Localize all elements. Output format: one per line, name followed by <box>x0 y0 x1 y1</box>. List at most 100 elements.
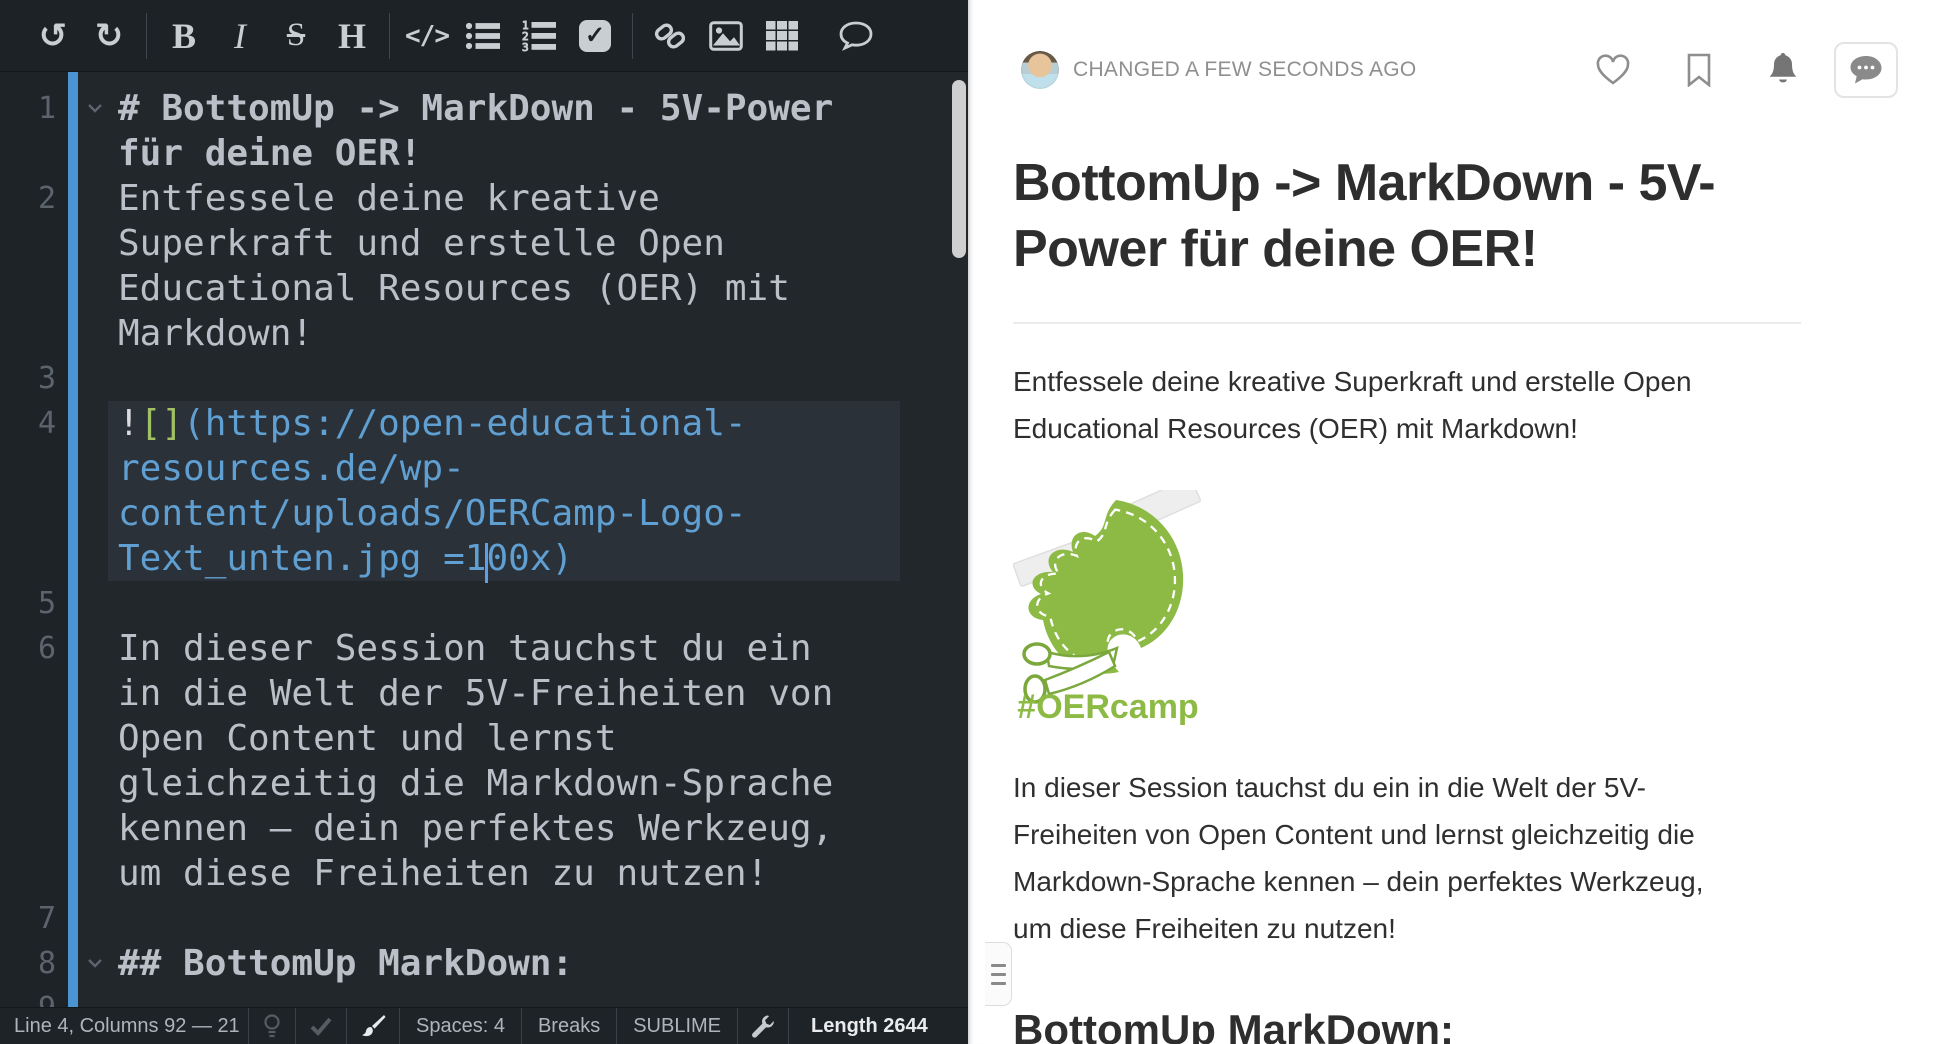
breaks-setting[interactable]: Breaks <box>522 1008 616 1044</box>
code-icon: </> <box>405 21 449 51</box>
comments-panel-button[interactable] <box>1834 42 1898 98</box>
link-button[interactable] <box>647 11 693 61</box>
checklist-button[interactable]: ✓ <box>572 11 618 61</box>
code-line[interactable]: 8 ## BottomUp MarkDown: <box>0 941 968 986</box>
line-text-heading[interactable]: ## BottomUp MarkDown: <box>108 941 900 986</box>
line-text-heading[interactable]: # BottomUp -> MarkDown - 5V-Power für de… <box>108 86 900 176</box>
line-text[interactable] <box>108 581 900 626</box>
paintbrush-icon <box>360 1013 386 1039</box>
like-button[interactable] <box>1594 53 1632 87</box>
document-actions <box>1594 52 1800 88</box>
code-line[interactable]: 6 In dieser Session tauchst du ein in di… <box>0 626 968 896</box>
code-line[interactable]: 2 Entfessele deine kreative Superkraft u… <box>0 176 968 356</box>
unordered-list-button[interactable] <box>460 11 506 61</box>
checklist-icon: ✓ <box>579 20 611 52</box>
theme-button[interactable] <box>347 1008 399 1044</box>
image-icon <box>709 21 743 51</box>
checkmark-icon <box>309 1016 333 1036</box>
code-line[interactable]: 9 <box>0 986 968 1007</box>
code-line-active[interactable]: 4 ![](https://open-educational-resources… <box>0 401 968 581</box>
bell-icon <box>1766 52 1800 88</box>
editor-statusbar: Line 4, Columns 92 — 21 <box>0 1007 968 1044</box>
keymap-setting[interactable]: SUBLIME <box>617 1008 737 1044</box>
wrench-icon <box>751 1014 775 1038</box>
line-text[interactable]: In dieser Session tauchst du ein in die … <box>108 626 900 896</box>
code-line[interactable]: 1 # BottomUp -> MarkDown - 5V-Power für … <box>0 86 968 176</box>
pane-resize-handle[interactable] <box>985 942 1012 1006</box>
markdown-editor-app: ↺ ↻ B I S H </> <box>0 0 1938 1044</box>
pane-split-divider[interactable] <box>968 0 985 1044</box>
comment-bubble-icon <box>1848 54 1884 86</box>
document-length-status: Length 2644 <box>789 1008 950 1044</box>
svg-text:3: 3 <box>522 41 529 52</box>
bookmark-icon <box>1686 53 1712 87</box>
author-avatar[interactable] <box>1021 51 1059 89</box>
table-button[interactable] <box>759 11 805 61</box>
token-url: (https://open-educational-resources.de/w… <box>118 403 747 579</box>
line-text[interactable] <box>108 986 900 1007</box>
line-number: 7 <box>0 896 56 941</box>
table-icon <box>766 21 798 51</box>
comment-button[interactable] <box>833 11 879 61</box>
redo-icon: ↻ <box>95 16 124 56</box>
bookmark-button[interactable] <box>1686 53 1712 87</box>
line-text-image-markdown[interactable]: ![](https://open-educational-resources.d… <box>108 401 900 581</box>
night-mode-button[interactable] <box>249 1008 295 1044</box>
code-button[interactable]: </> <box>404 11 450 61</box>
bold-button[interactable]: B <box>161 11 207 61</box>
link-icon <box>653 19 687 53</box>
last-changed-label: CHANGED A FEW SECONDS AGO <box>1073 58 1594 82</box>
editor-pane: ↺ ↻ B I S H </> <box>0 0 968 1044</box>
preview-content: CHANGED A FEW SECONDS AGO <box>985 0 1938 1044</box>
image-button[interactable] <box>703 11 749 61</box>
token-brackets: [] <box>140 403 183 444</box>
fold-chevron-icon[interactable] <box>86 100 104 119</box>
editor-toolbar: ↺ ↻ B I S H </> <box>0 0 968 72</box>
grip-bar <box>991 973 1006 976</box>
oercamp-logo-image: #OERcamp <box>1013 490 1203 730</box>
rendered-heading-2: BottomUp MarkDown: <box>1013 1006 1898 1044</box>
ordered-list-button[interactable]: 1 2 3 <box>516 11 562 61</box>
redo-button[interactable]: ↻ <box>86 11 132 61</box>
code-line[interactable]: 3 <box>0 356 968 401</box>
code-area[interactable]: 1 # BottomUp -> MarkDown - 5V-Power für … <box>0 72 968 1007</box>
ordered-list-icon: 1 2 3 <box>522 20 556 52</box>
code-line[interactable]: 5 <box>0 581 968 626</box>
strikethrough-button[interactable]: S <box>273 11 319 61</box>
code-editor[interactable]: 1 # BottomUp -> MarkDown - 5V-Power für … <box>0 72 968 1007</box>
line-number: 8 <box>0 941 56 986</box>
line-number: 5 <box>0 581 56 626</box>
line-number: 6 <box>0 626 56 671</box>
comment-icon <box>838 20 874 52</box>
editor-scrollbar-thumb[interactable] <box>952 80 966 258</box>
spellcheck-button[interactable] <box>296 1008 346 1044</box>
rendered-title: BottomUp -> MarkDown - 5V-Power für dein… <box>1013 150 1753 282</box>
title-rule <box>1013 322 1801 324</box>
line-text[interactable] <box>108 356 900 401</box>
undo-button[interactable]: ↺ <box>30 11 76 61</box>
rendered-paragraph-2: In dieser Session tauchst du ein in die … <box>1013 764 1743 952</box>
italic-button[interactable]: I <box>217 11 263 61</box>
bold-icon: B <box>172 15 196 57</box>
unordered-list-icon <box>466 21 500 51</box>
preferences-button[interactable] <box>738 1008 788 1044</box>
subscribe-button[interactable] <box>1766 52 1800 88</box>
toolbar-list-group: </> 1 2 3 <box>390 11 632 61</box>
line-number: 1 <box>0 86 56 131</box>
code-line[interactable]: 7 <box>0 896 968 941</box>
fold-chevron-icon[interactable] <box>86 955 104 974</box>
line-text[interactable] <box>108 896 900 941</box>
text-cursor <box>485 543 488 583</box>
document-header: CHANGED A FEW SECONDS AGO <box>1013 40 1898 100</box>
line-text[interactable]: Entfessele deine kreative Superkraft und… <box>108 176 900 356</box>
token-bang: ! <box>118 403 140 444</box>
line-number: 3 <box>0 356 56 401</box>
spaces-setting[interactable]: Spaces: 4 <box>400 1008 521 1044</box>
toolbar-insert-group <box>633 11 893 61</box>
undo-icon: ↺ <box>39 16 68 56</box>
line-number: 2 <box>0 176 56 221</box>
preview-pane: CHANGED A FEW SECONDS AGO <box>985 0 1938 1044</box>
toolbar-format-group: B I S H <box>147 11 389 61</box>
heading-button[interactable]: H <box>329 11 375 61</box>
grip-bar <box>991 964 1006 967</box>
